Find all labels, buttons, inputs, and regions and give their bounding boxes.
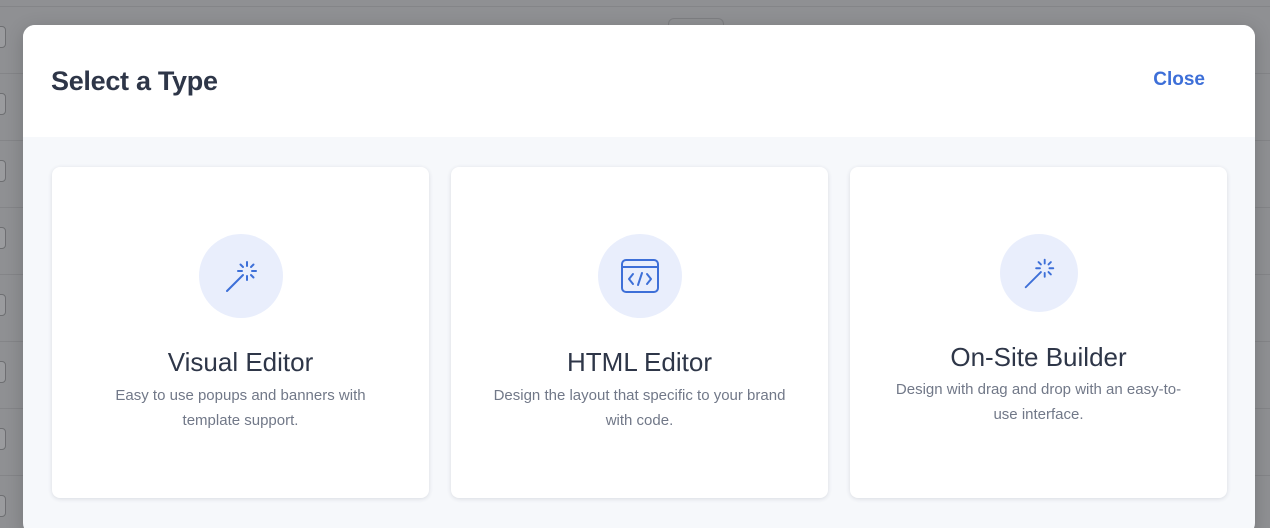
background-control [0,160,6,182]
magic-wand-icon [198,234,283,318]
type-card-list: Visual Editor Easy to use popups and ban… [23,137,1255,528]
background-control [0,227,6,249]
background-control [0,93,6,115]
background-divider [0,6,1270,7]
magic-wand-icon [999,234,1078,312]
visual-editor-card[interactable]: Visual Editor Easy to use popups and ban… [52,167,429,498]
background-control [0,361,6,383]
code-window-icon [597,234,682,318]
select-type-modal: Select a Type Close Visual Editor Easy t… [23,25,1255,528]
background-control [0,294,6,316]
background-control [0,26,6,48]
close-button[interactable]: Close [1153,69,1205,91]
card-description: Easy to use popups and banners with temp… [115,387,366,429]
card-description: Design with drag and drop with an easy-t… [895,381,1182,423]
html-editor-card[interactable]: HTML Editor Design the layout that speci… [451,167,828,498]
modal-header: Select a Type Close [23,25,1255,137]
background-control [0,495,6,517]
on-site-builder-card[interactable]: On-Site Builder Design with drag and dro… [850,167,1227,498]
card-title: HTML Editor [567,347,712,377]
modal-title: Select a Type [51,65,218,96]
card-title: Visual Editor [167,347,314,377]
card-description: Design the layout that specific to your … [493,387,786,429]
background-control [0,428,6,450]
card-title: On-Site Builder [950,342,1127,372]
